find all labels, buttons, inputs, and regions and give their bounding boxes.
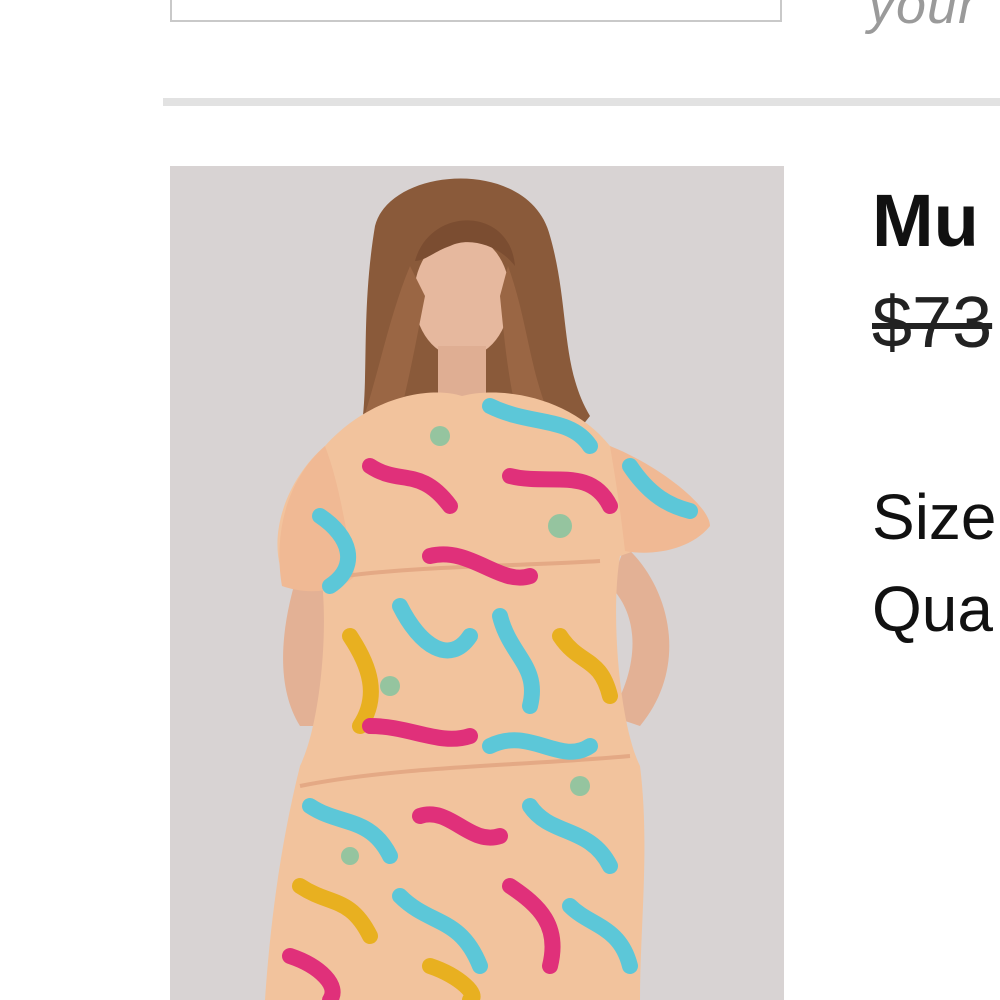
product-image[interactable] (170, 166, 784, 1000)
section-divider (163, 98, 1000, 106)
size-label: Size (872, 481, 997, 553)
quantity-label: Qua (872, 573, 993, 645)
product-original-price: $73 (872, 283, 993, 363)
search-input[interactable] (170, 0, 782, 22)
search-hint-text: your (868, 0, 978, 35)
product-page: your Mu $73 Size Qua (0, 0, 1000, 1000)
product-title: Mu (872, 179, 979, 262)
